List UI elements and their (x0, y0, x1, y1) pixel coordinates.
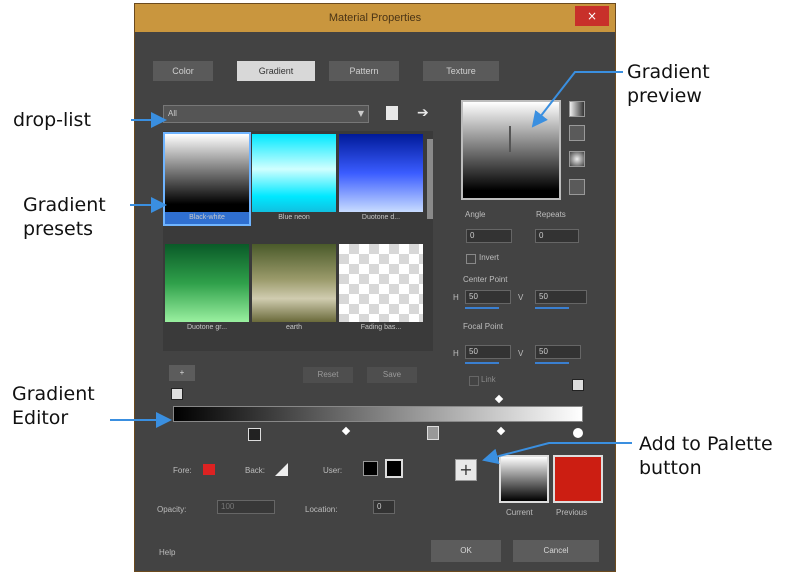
arrow-icon (531, 71, 623, 128)
callout-arrows (110, 71, 632, 465)
arrow-icon (482, 442, 632, 465)
